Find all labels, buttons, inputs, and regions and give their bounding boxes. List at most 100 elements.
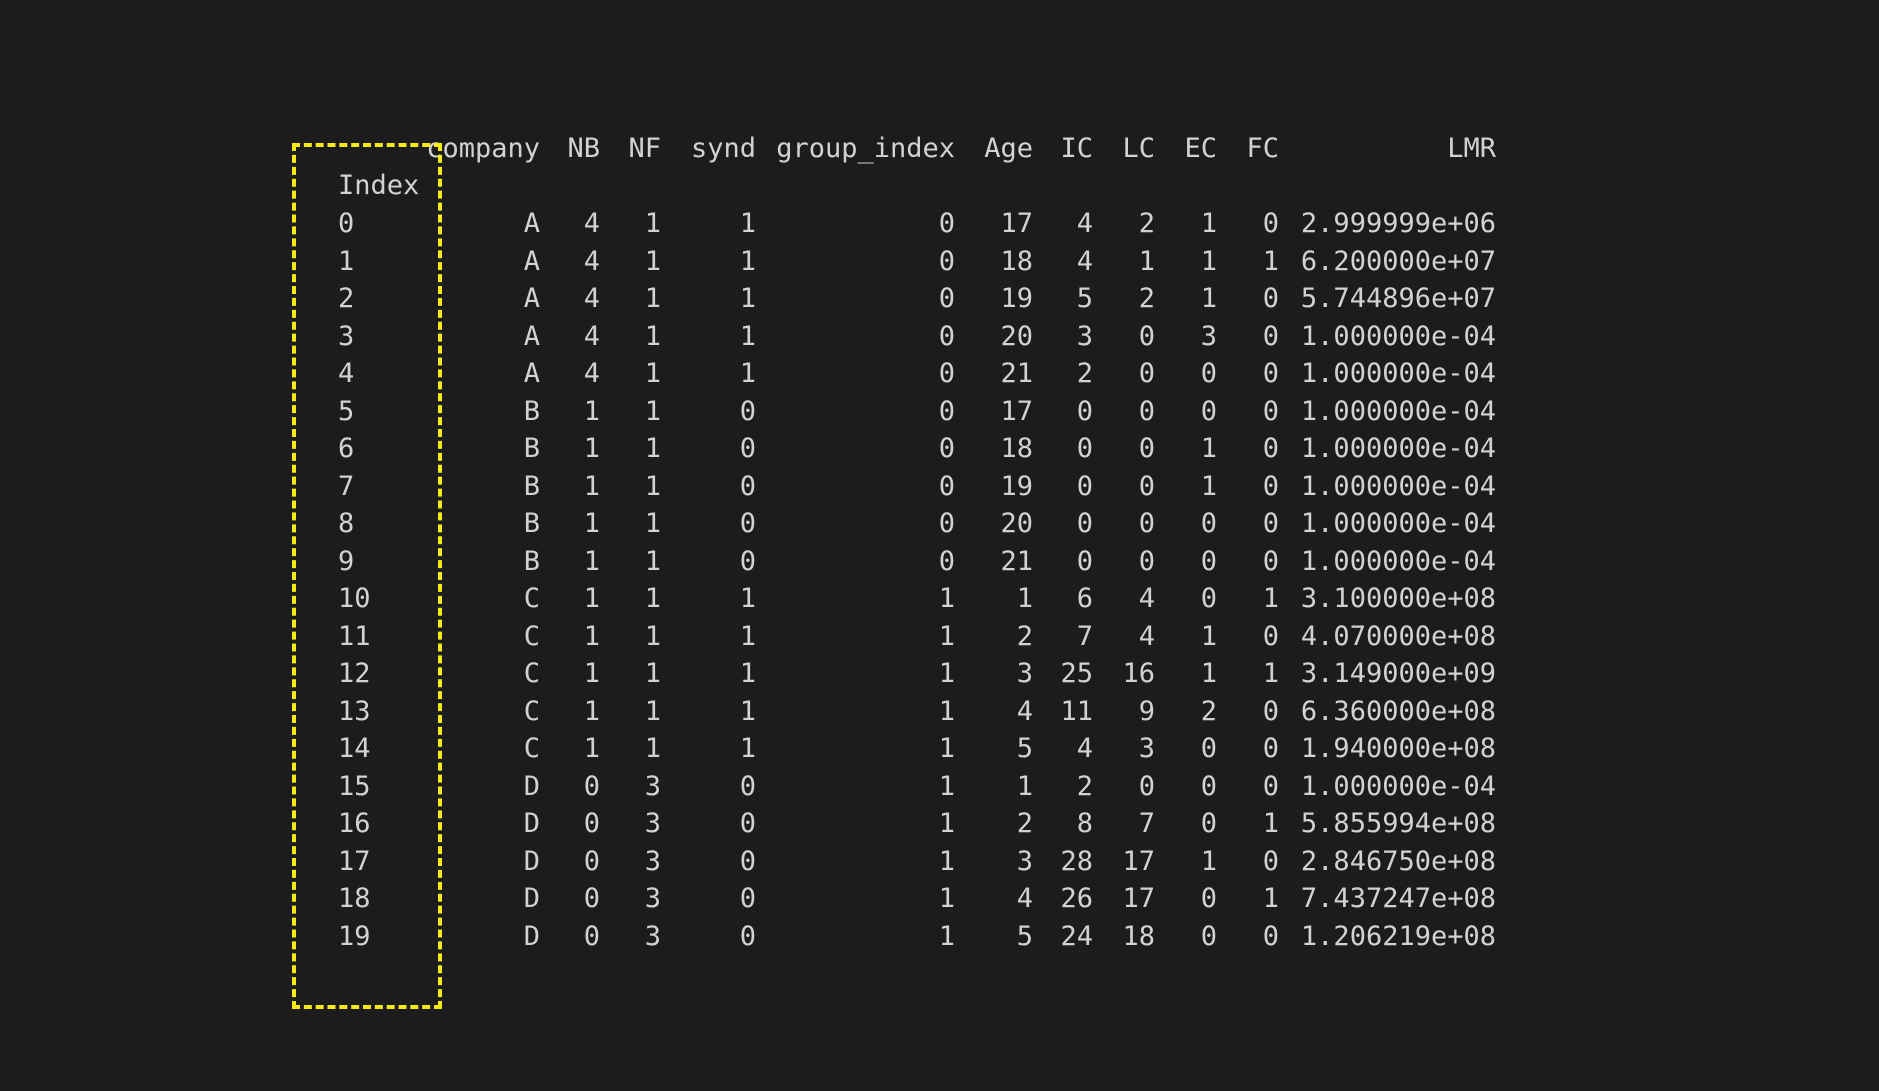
table-cell-nb: 0 — [583, 808, 600, 839]
table-cell-ic: 4 — [1076, 245, 1093, 277]
row-index-label: 2 — [338, 283, 355, 314]
table-cell-group-index: 0 — [938, 433, 955, 464]
column-header-ec: EC — [1184, 133, 1217, 164]
table-cell-nf: 1 — [644, 208, 661, 239]
table-cell-lc: 2 — [1138, 208, 1155, 239]
row-index-label: 15 — [338, 770, 371, 802]
table-cell-nb: 1 — [583, 583, 600, 614]
table-cell-nf: 1 — [644, 620, 661, 652]
table-cell-lmr: 6.360000e+08 — [1300, 695, 1496, 727]
table-cell-company: D — [523, 808, 540, 839]
table-cell-nf: 1 — [644, 395, 661, 427]
row-index-label: 13 — [338, 695, 371, 727]
table-cell-group-index: 0 — [938, 470, 955, 502]
table-cell-age: 21 — [1000, 358, 1033, 389]
table-cell-group-index: 0 — [938, 320, 955, 352]
table-cell-lmr: 4.070000e+08 — [1300, 620, 1496, 652]
table-cell-company: C — [523, 733, 540, 764]
column-header-fc: FC — [1246, 133, 1279, 164]
column-header-nf: NF — [628, 133, 661, 164]
table-cell-nb: 1 — [583, 733, 600, 764]
row-index-label: 4 — [338, 358, 355, 389]
table-cell-nf: 3 — [644, 883, 661, 914]
table-cell-nf: 1 — [644, 695, 661, 727]
table-cell-lc: 9 — [1138, 695, 1155, 727]
table-cell-ec: 1 — [1200, 658, 1217, 689]
table-cell-company: D — [523, 883, 540, 914]
table-cell-fc: 0 — [1262, 620, 1279, 652]
table-cell-nb: 1 — [583, 433, 600, 464]
table-cell-lc: 0 — [1138, 320, 1155, 352]
table-cell-ec: 0 — [1200, 395, 1217, 427]
table-cell-nf: 1 — [644, 583, 661, 614]
table-cell-lc: 0 — [1138, 395, 1155, 427]
table-cell-age: 17 — [1000, 208, 1033, 239]
table-cell-ic: 2 — [1076, 358, 1093, 389]
table-cell-lmr: 1.940000e+08 — [1300, 733, 1496, 764]
table-cell-lmr: 1.000000e-04 — [1300, 470, 1496, 502]
table-cell-company: C — [523, 620, 540, 652]
table-cell-lc: 7 — [1138, 808, 1155, 839]
table-cell-nf: 1 — [644, 733, 661, 764]
table-cell-group-index: 0 — [938, 545, 955, 577]
table-cell-ic: 5 — [1076, 283, 1093, 314]
table-cell-age: 19 — [1000, 283, 1033, 314]
row-index-label: 16 — [338, 808, 371, 839]
row-index-label: 12 — [338, 658, 371, 689]
table-cell-company: A — [523, 320, 540, 352]
table-cell-lmr: 1.000000e-04 — [1300, 508, 1496, 539]
table-cell-group-index: 0 — [938, 283, 955, 314]
table-cell-lmr: 1.000000e-04 — [1300, 320, 1496, 352]
table-cell-synd: 0 — [739, 883, 756, 914]
table-cell-nb: 0 — [583, 770, 600, 802]
table-cell-ic: 24 — [1060, 920, 1093, 952]
table-cell-age: 3 — [1016, 658, 1033, 689]
table-cell-nb: 1 — [583, 695, 600, 727]
table-cell-ic: 26 — [1060, 883, 1093, 914]
table-cell-synd: 0 — [739, 770, 756, 802]
row-index-label: 5 — [338, 395, 355, 427]
table-cell-ec: 0 — [1200, 545, 1217, 577]
table-cell-age: 5 — [1016, 733, 1033, 764]
table-cell-lc: 1 — [1138, 245, 1155, 277]
column-header-age: Age — [984, 133, 1033, 164]
table-cell-nb: 4 — [583, 245, 600, 277]
table-cell-nb: 1 — [583, 395, 600, 427]
table-cell-fc: 0 — [1262, 545, 1279, 577]
table-cell-company: A — [523, 245, 540, 277]
table-cell-fc: 0 — [1262, 208, 1279, 239]
row-index-label: 9 — [338, 545, 355, 577]
table-cell-nb: 1 — [583, 508, 600, 539]
table-cell-fc: 0 — [1262, 733, 1279, 764]
table-cell-nf: 1 — [644, 433, 661, 464]
table-cell-ic: 0 — [1076, 470, 1093, 502]
table-cell-age: 19 — [1000, 470, 1033, 502]
table-cell-age: 2 — [1016, 808, 1033, 839]
table-cell-lmr: 1.000000e-04 — [1300, 395, 1496, 427]
table-cell-lmr: 7.437247e+08 — [1300, 883, 1496, 914]
column-header-company: company — [426, 133, 540, 164]
table-cell-synd: 1 — [739, 583, 756, 614]
table-cell-lmr: 1.000000e-04 — [1300, 358, 1496, 389]
table-cell-nf: 1 — [644, 545, 661, 577]
table-cell-ec: 1 — [1200, 470, 1217, 502]
table-cell-fc: 1 — [1262, 883, 1279, 914]
table-cell-fc: 0 — [1262, 358, 1279, 389]
table-cell-company: B — [523, 508, 540, 539]
row-index-label: 6 — [338, 433, 355, 464]
column-header-ic: IC — [1060, 133, 1093, 164]
table-cell-group-index: 1 — [938, 733, 955, 764]
terminal-output: company NB NF synd group_index Age IC LC EC FC LMR… — [0, 0, 1879, 1091]
table-cell-age: 20 — [1000, 320, 1033, 352]
table-cell-nf: 1 — [644, 470, 661, 502]
table-cell-fc: 0 — [1262, 508, 1279, 539]
table-cell-age: 18 — [1000, 433, 1033, 464]
table-cell-age: 17 — [1000, 395, 1033, 427]
table-cell-fc: 0 — [1262, 283, 1279, 314]
table-cell-ic: 0 — [1076, 433, 1093, 464]
table-cell-company: C — [523, 583, 540, 614]
table-cell-fc: 1 — [1262, 658, 1279, 689]
table-cell-nf: 1 — [644, 658, 661, 689]
table-cell-nb: 1 — [583, 545, 600, 577]
table-cell-nb: 4 — [583, 283, 600, 314]
